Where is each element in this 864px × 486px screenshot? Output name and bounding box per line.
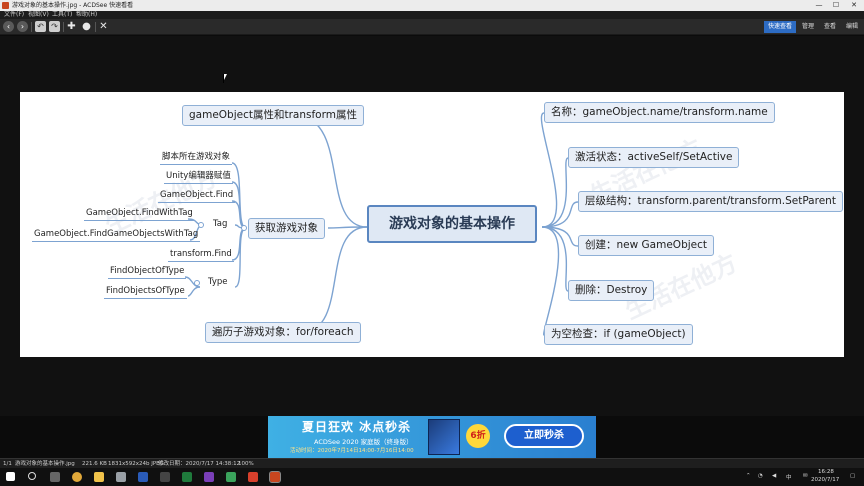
tray-ime-indicator[interactable]: 中 [786, 473, 792, 481]
node-iterate: 遍历子游戏对象：for/foreach [205, 322, 361, 343]
word-icon[interactable] [138, 472, 148, 482]
node-type-findobjectsoftype: FindObjectsOfType [104, 287, 187, 299]
ad-product: ACDSee 2020 家庭版（终身版） [314, 438, 413, 446]
node-tag-findwithtag: GameObject.FindWithTag [84, 209, 195, 221]
rotate-left-icon[interactable]: ↶ [35, 21, 46, 32]
node-acquire-find: GameObject.Find [158, 191, 236, 203]
node-name: 名称：gameObject.name/transform.name [544, 102, 775, 123]
node-acquire: 获取游戏对象 [248, 218, 325, 239]
toolbar-divider [31, 22, 32, 32]
ad-area: 夏日狂欢 冰点秒杀 ACDSee 2020 家庭版（终身版） 活动时间：2020… [0, 416, 864, 458]
tray-network-icon[interactable]: ◔ [758, 473, 763, 479]
menu-view[interactable]: 视图(V) [28, 11, 49, 19]
menu-bar: 文件(F) 视图(V) 工具(T) 帮助(H) [0, 11, 864, 19]
acdsee-window: 游戏对象的基本操作.jpg - ACDSee 快速看看 — ☐ ✕ 文件(F) … [0, 0, 864, 486]
node-create: 创建：new GameObject [578, 235, 714, 256]
maximize-button[interactable]: ☐ [829, 0, 843, 11]
tray-chevron-icon[interactable]: ⌃ [746, 473, 751, 479]
mode-view[interactable]: 查看 [820, 21, 840, 33]
window-title: 游戏对象的基本操作.jpg - ACDSee 快速看看 [12, 2, 134, 9]
menu-file[interactable]: 文件(F) [4, 11, 24, 19]
mindmap-root: 游戏对象的基本操作 [367, 205, 537, 243]
close-button[interactable]: ✕ [847, 0, 861, 11]
tray-date[interactable]: 2020/7/17 [811, 477, 839, 483]
toolbar: ‹ › ↶ ↷ ✚ ● ✕ 快速查看 管理 查看 编辑 [0, 19, 864, 35]
zoom-in-icon[interactable]: ✚ [66, 21, 77, 32]
node-acquire-script: 脚本所在游戏对象 [160, 153, 233, 165]
menu-help[interactable]: 帮助(H) [76, 11, 97, 19]
ad-period: 活动时间：2020年7月14日14:00-7月16日14:00 [290, 448, 414, 454]
node-acquire-transform-find: transform.Find [168, 250, 234, 262]
ad-discount: 6折 [466, 424, 490, 448]
node-null-check: 为空检查：if (gameObject) [544, 324, 693, 345]
taskbar: ⌃ ◔ ◀ 中 ✉ 16:28 2020/7/17 ▢ [0, 468, 864, 486]
mode-quick-view[interactable]: 快速查看 [763, 21, 796, 33]
node-hierarchy: 层级结构：transform.parent/transform.SetParen… [578, 191, 843, 212]
toolbar-divider [63, 22, 64, 32]
ad-banner[interactable]: 夏日狂欢 冰点秒杀 ACDSee 2020 家庭版（终身版） 活动时间：2020… [268, 416, 596, 458]
delete-icon[interactable]: ✕ [98, 21, 109, 32]
tray-time[interactable]: 16:28 [818, 469, 834, 475]
acdsee-app-icon [2, 2, 9, 9]
tray-volume-icon[interactable]: ◀ [772, 473, 776, 479]
mode-edit[interactable]: 编辑 [842, 21, 862, 33]
menu-tools[interactable]: 工具(T) [52, 11, 72, 19]
product-box-icon [428, 419, 460, 455]
collapse-toggle-icon [194, 280, 200, 286]
node-props: gameObject属性和transform属性 [182, 105, 364, 126]
tray-mail-icon[interactable]: ✉ [803, 473, 808, 479]
excel-icon[interactable] [182, 472, 192, 482]
mouse-cursor-icon [223, 74, 227, 83]
mode-switcher: 快速查看 管理 查看 编辑 [762, 21, 862, 33]
status-bar: 1/1 游戏对象的基本操作.jpg 221.6 KB 1831x592x24b … [0, 458, 864, 468]
node-destroy: 删除：Destroy [568, 280, 655, 301]
previous-icon[interactable]: ‹ [3, 21, 14, 32]
collapse-toggle-icon [198, 222, 204, 228]
collapse-toggle-icon [241, 225, 247, 231]
app-icon[interactable] [116, 472, 126, 482]
file-explorer-icon[interactable] [94, 472, 104, 482]
next-icon[interactable]: › [17, 21, 28, 32]
acdsee-taskbar-icon[interactable] [269, 471, 281, 483]
mode-manage[interactable]: 管理 [798, 21, 818, 33]
visual-studio-icon[interactable] [204, 472, 214, 482]
mindmap-image: 生活在他方 生活在他方 生活在他方 游戏对象的基本操作 gameObject属性… [20, 92, 844, 357]
app-icon[interactable] [160, 472, 170, 482]
ad-headline: 夏日狂欢 冰点秒杀 [302, 420, 412, 434]
node-acquire-editor: Unity编辑器赋值 [164, 172, 233, 184]
task-view-icon[interactable] [50, 472, 60, 482]
minimize-button[interactable]: — [812, 0, 826, 11]
app-icon[interactable] [226, 472, 236, 482]
app-icon[interactable] [248, 472, 258, 482]
chrome-icon[interactable] [72, 472, 82, 482]
node-active: 激活状态：activeSelf/SetActive [568, 147, 740, 168]
node-tag: Tag [213, 219, 228, 229]
node-type-findobjectoftype: FindObjectOfType [108, 267, 187, 279]
notification-icon[interactable]: ▢ [850, 473, 855, 479]
rotate-right-icon[interactable]: ↷ [49, 21, 60, 32]
zoom-out-icon[interactable]: ● [81, 21, 92, 32]
toolbar-divider [95, 22, 96, 32]
windows-start-icon[interactable] [6, 472, 15, 481]
ad-cta-button[interactable]: 立即秒杀 [504, 424, 584, 448]
node-tag-findgameobjectswithtag: GameObject.FindGameObjectsWithTag [32, 230, 201, 242]
search-icon[interactable] [28, 472, 36, 480]
node-type: Type [208, 277, 228, 287]
title-bar: 游戏对象的基本操作.jpg - ACDSee 快速看看 — ☐ ✕ [0, 0, 864, 11]
